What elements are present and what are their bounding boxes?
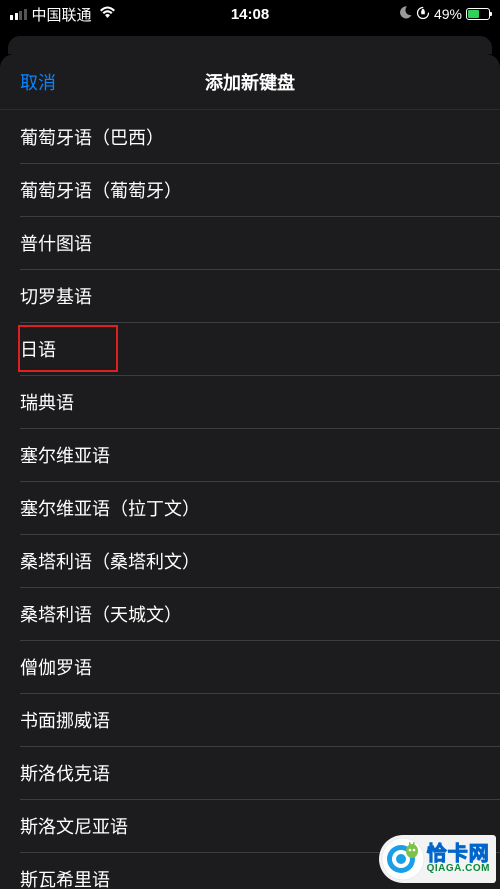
language-label: 日语 — [20, 336, 56, 362]
language-item[interactable]: 切罗基语 — [0, 269, 500, 322]
nav-title: 添加新键盘 — [205, 69, 295, 95]
language-label: 僧伽罗语 — [20, 654, 92, 680]
carrier-label: 中国联通 — [32, 4, 92, 25]
language-item[interactable]: 塞尔维亚语（拉丁文） — [0, 481, 500, 534]
language-label: 书面挪威语 — [20, 707, 110, 733]
signal-icon — [10, 9, 27, 20]
language-label: 斯瓦希里语 — [20, 866, 110, 889]
watermark-badge: 恰卡网 QIAGA.COM — [379, 835, 496, 883]
language-item[interactable]: 葡萄牙语（巴西） — [0, 110, 500, 163]
language-item[interactable]: 葡萄牙语（葡萄牙） — [0, 163, 500, 216]
language-label: 瑞典语 — [20, 389, 74, 415]
keyboard-language-list[interactable]: 葡萄牙语（巴西） 葡萄牙语（葡萄牙） 普什图语切罗基语日语瑞典语塞尔维亚语塞尔维亚语… — [0, 110, 500, 889]
language-item[interactable]: 桑塔利语（天城文） — [0, 587, 500, 640]
status-right: 49% — [399, 6, 490, 23]
language-label: 桑塔利语（桑塔利文） — [20, 548, 200, 574]
language-item[interactable]: 塞尔维亚语 — [0, 428, 500, 481]
language-item[interactable]: 书面挪威语 — [0, 693, 500, 746]
language-item[interactable]: 日语 — [0, 322, 500, 375]
cancel-button[interactable]: 取消 — [20, 69, 56, 95]
language-label: 桑塔利语（天城文） — [20, 601, 182, 627]
language-label: 斯洛文尼亚语 — [20, 813, 128, 839]
add-keyboard-sheet: 取消 添加新键盘 葡萄牙语（巴西） 葡萄牙语（葡萄牙） 普什图语切罗基语日语瑞典语塞… — [0, 54, 500, 889]
status-bar: 中国联通 14:08 49% — [0, 0, 500, 28]
battery-icon — [466, 8, 490, 20]
status-time: 14:08 — [231, 6, 269, 23]
background-sheet-hint — [8, 36, 492, 54]
language-item[interactable]: 普什图语 — [0, 216, 500, 269]
lock-rotation-icon — [416, 6, 430, 23]
language-label: 普什图语 — [20, 230, 92, 256]
language-item[interactable]: 斯洛伐克语 — [0, 746, 500, 799]
language-label: 塞尔维亚语 — [20, 442, 110, 468]
language-item[interactable]: 瑞典语 — [0, 375, 500, 428]
watermark-title: 恰卡网 — [427, 844, 490, 864]
language-label: 葡萄牙语（葡萄牙） — [20, 177, 182, 203]
language-label: 切罗基语 — [20, 283, 92, 309]
nav-bar: 取消 添加新键盘 — [0, 54, 500, 110]
language-label: 塞尔维亚语（拉丁文） — [20, 495, 200, 521]
language-label: 斯洛伐克语 — [20, 760, 110, 786]
battery-percentage: 49% — [434, 6, 462, 22]
wifi-icon — [99, 6, 116, 23]
watermark-url: QIAGA.COM — [427, 864, 490, 874]
moon-icon — [399, 6, 412, 22]
status-left: 中国联通 — [10, 4, 116, 25]
language-item[interactable]: 桑塔利语（桑塔利文） — [0, 534, 500, 587]
language-item[interactable]: 僧伽罗语 — [0, 640, 500, 693]
language-label: 葡萄牙语（巴西） — [20, 124, 164, 150]
watermark-logo-icon — [381, 837, 425, 881]
